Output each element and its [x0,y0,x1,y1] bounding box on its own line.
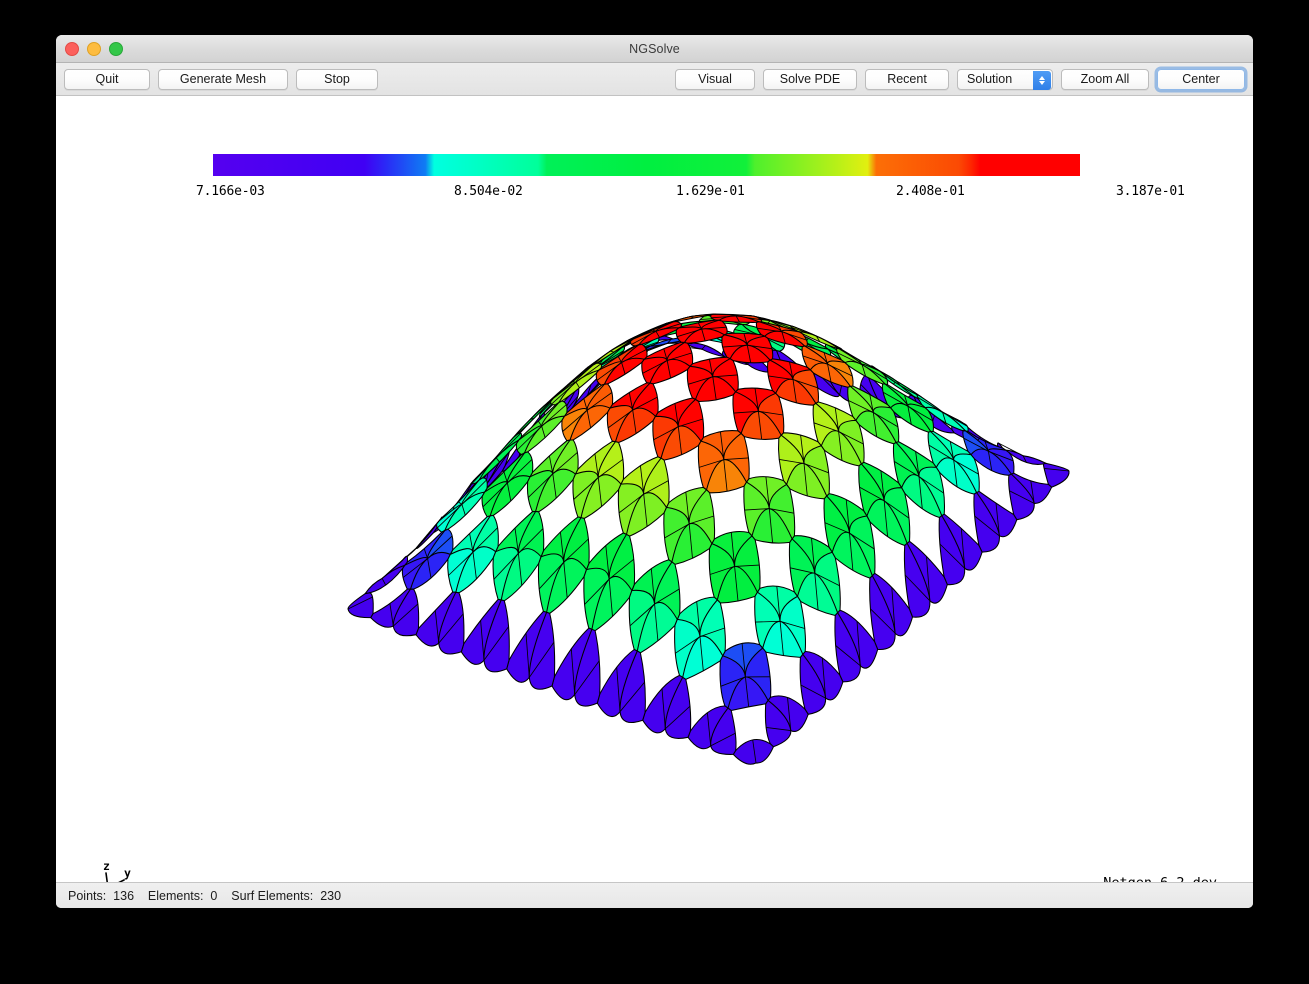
mesh-face [392,588,420,637]
minimize-button[interactable] [87,41,101,56]
window-controls [65,35,123,62]
mesh-face [364,564,406,595]
toolbar-left-group: Quit Generate Mesh Stop [64,68,378,90]
status-bar: Points: 136 Elements: 0 Surf Elements: 2… [56,882,1253,908]
generate-mesh-button[interactable]: Generate Mesh [158,68,288,90]
close-button[interactable] [65,41,79,56]
toolbar-right-group: Visual Solve PDE Recent Solution Zoom Al… [675,68,1245,90]
visual-button[interactable]: Visual [675,68,755,90]
solution-select-label: Solution [967,72,1013,86]
chevron-updown-icon[interactable] [1033,70,1051,90]
axis-triad-icon: z y x [103,859,131,882]
mesh-face [1042,462,1070,488]
axis-label-y: y [124,866,131,880]
mesh-stats-text: Points: 136 Elements: 0 Surf Elements: 2… [68,888,342,903]
fem-surface-plot[interactable] [56,96,1253,882]
center-button[interactable]: Center [1157,68,1245,90]
mesh-face [347,592,374,619]
zoom-all-button[interactable]: Zoom All [1061,68,1149,90]
window-titlebar: NGSolve [56,35,1253,63]
quit-button[interactable]: Quit [64,68,150,90]
desktop-background: NGSolve Quit Generate Mesh Stop Visual S… [0,0,1309,984]
recent-button[interactable]: Recent [865,68,949,90]
stop-button[interactable]: Stop [296,68,378,90]
solution-select[interactable]: Solution [957,68,1053,90]
main-toolbar: Quit Generate Mesh Stop Visual Solve PDE… [56,63,1253,96]
window-title: NGSolve [629,41,680,56]
chevron-down-icon [1039,80,1045,85]
maximize-button[interactable] [109,41,123,56]
ngsolve-window: NGSolve Quit Generate Mesh Stop Visual S… [56,35,1253,908]
solve-pde-button[interactable]: Solve PDE [763,68,857,90]
render-canvas[interactable]: 7.166e-03 8.504e-02 1.629e-01 2.408e-01 … [56,96,1253,882]
chevron-up-icon [1039,75,1045,80]
mesh-face [438,591,465,655]
axis-label-z: z [103,859,110,873]
netgen-version-label: Netgen 6.2-dev [1103,875,1217,882]
mesh-group [347,313,1070,765]
